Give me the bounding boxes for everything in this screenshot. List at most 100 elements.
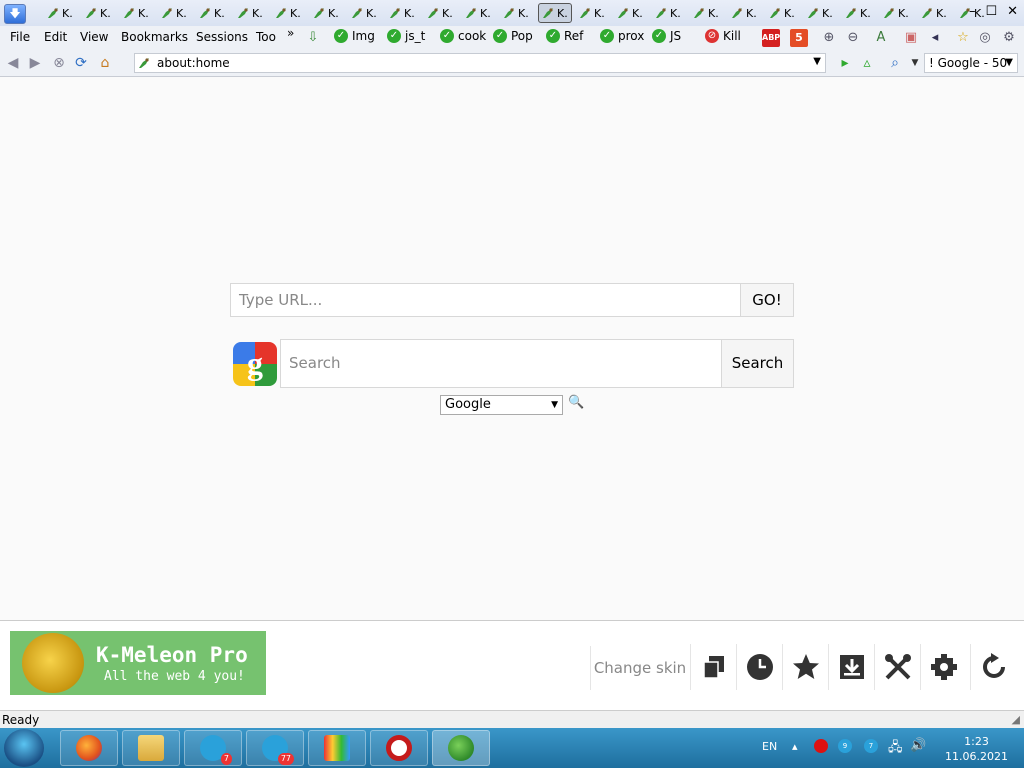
bookmarks-button[interactable]	[782, 644, 829, 690]
tab-22[interactable]: K.	[842, 3, 876, 23]
stop-icon[interactable]: ⊗	[50, 54, 68, 72]
tools-button[interactable]	[874, 644, 921, 690]
tab-20[interactable]: K.	[766, 3, 800, 23]
tab-14[interactable]: K.	[538, 3, 572, 23]
opera-tray-icon[interactable]	[814, 739, 828, 753]
circle-arrow-icon[interactable]: ◎	[976, 29, 994, 47]
address-bar[interactable]: about:home ▼	[134, 53, 826, 73]
unread-badge: 77	[277, 753, 294, 765]
minimize-icon[interactable]: –	[969, 3, 976, 21]
adblock-plus-icon[interactable]: ABP	[762, 29, 780, 47]
reload-icon[interactable]: ⟳	[72, 54, 90, 72]
tab-7[interactable]: K.	[272, 3, 306, 23]
translate-icon[interactable]: A	[872, 29, 890, 47]
url-input[interactable]: Type URL...	[230, 283, 742, 317]
history-button[interactable]	[736, 644, 783, 690]
toggle-referer[interactable]: ✓ Ref	[546, 29, 583, 43]
chevron-down-icon[interactable]: ▼	[906, 54, 924, 72]
tab-9[interactable]: K.	[348, 3, 382, 23]
taskbar-kmeleon[interactable]	[432, 730, 490, 766]
taskbar-telegram-1[interactable]: 7	[184, 730, 242, 766]
tab-18[interactable]: K.	[690, 3, 724, 23]
zoom-out-icon[interactable]: ⊖	[844, 29, 862, 47]
downloads-button[interactable]	[828, 644, 875, 690]
chevron-down-icon[interactable]: ▼	[813, 56, 821, 67]
tab-24[interactable]: K.	[918, 3, 952, 23]
tab-12[interactable]: K.	[462, 3, 496, 23]
toggle-popups[interactable]: ✓ Pop	[493, 29, 533, 43]
toggle-javascript[interactable]: ✓ JS	[652, 29, 681, 43]
tab-10[interactable]: K.	[386, 3, 420, 23]
menu-file[interactable]: File	[10, 30, 30, 44]
go-button[interactable]: GO!	[740, 283, 794, 317]
back-icon[interactable]: ◀	[4, 54, 22, 72]
go-arrow-icon[interactable]: ▸	[836, 54, 854, 72]
tab-17[interactable]: K.	[652, 3, 686, 23]
clock[interactable]: 1:23 11.06.2021	[945, 734, 1008, 764]
tab-2[interactable]: K.	[82, 3, 116, 23]
tab-16[interactable]: K.	[614, 3, 648, 23]
engine-select[interactable]: Google ▼	[440, 395, 563, 415]
menu-tools[interactable]: Too	[256, 30, 276, 44]
chevron-up-icon[interactable]: ▴	[792, 740, 798, 753]
tabs-panel-button[interactable]	[690, 644, 737, 690]
tab-23[interactable]: K.	[880, 3, 914, 23]
tab-1[interactable]: K.	[44, 3, 78, 23]
toggle-kill[interactable]: ⊘ Kill	[705, 29, 741, 43]
menu-overflow[interactable]: »	[287, 26, 294, 40]
html5-icon[interactable]: 5	[790, 29, 808, 47]
menu-sessions[interactable]: Sessions	[196, 30, 248, 44]
tab-19[interactable]: K.	[728, 3, 762, 23]
back-panel-icon[interactable]: ◂	[926, 29, 944, 47]
restore-session-button[interactable]	[970, 644, 1017, 690]
tab-4[interactable]: K.	[158, 3, 192, 23]
search-icon[interactable]: ⌕	[886, 54, 904, 72]
tab-13[interactable]: K.	[500, 3, 534, 23]
telegram-tray-icon[interactable]: 7	[864, 739, 878, 753]
search-button[interactable]: Search	[721, 339, 794, 388]
gear-icon[interactable]: ⚙	[1000, 29, 1018, 47]
page-info-icon[interactable]: ▣	[902, 29, 920, 47]
telegram-tray-icon[interactable]: 9	[838, 739, 852, 753]
search-engine-select[interactable]: ! Google - 50 ▼	[924, 53, 1018, 73]
tab-11[interactable]: K.	[424, 3, 458, 23]
network-icon[interactable]: 🖧	[888, 738, 903, 760]
forward-icon[interactable]: ▶	[26, 54, 44, 72]
close-icon[interactable]: ✕	[1007, 3, 1018, 21]
tab-list-button[interactable]: 🡇	[4, 4, 26, 24]
menu-bookmarks[interactable]: Bookmarks	[121, 30, 188, 44]
zoom-in-icon[interactable]: ⊕	[820, 29, 838, 47]
tab-5[interactable]: K.	[196, 3, 230, 23]
tab-21[interactable]: K.	[804, 3, 838, 23]
magnifier-icon[interactable]: 🔍	[568, 395, 584, 410]
check-icon: ✓	[387, 29, 401, 43]
tab-3[interactable]: K.	[120, 3, 154, 23]
language-indicator[interactable]: EN	[762, 740, 777, 753]
home-icon[interactable]: ⌂	[96, 54, 114, 72]
volume-icon[interactable]: 🔊	[910, 738, 926, 753]
toggle-img[interactable]: ✓ Img	[334, 29, 375, 43]
taskbar-firefox[interactable]	[60, 730, 118, 766]
toggle-proxy[interactable]: ✓ prox	[600, 29, 644, 43]
star-icon[interactable]: ☆	[954, 29, 972, 47]
menu-edit[interactable]: Edit	[44, 30, 67, 44]
up-arrow-icon[interactable]: ▵	[858, 54, 876, 72]
kmeleon-banner[interactable]: K-Meleon Pro All the web 4 you!	[10, 631, 266, 695]
taskbar-paint[interactable]	[308, 730, 366, 766]
extensions-button[interactable]	[920, 644, 967, 690]
search-input[interactable]: Search	[280, 339, 722, 388]
taskbar-opera[interactable]	[370, 730, 428, 766]
toggle-js-t[interactable]: ✓ js_t	[387, 29, 425, 43]
taskbar-explorer[interactable]	[122, 730, 180, 766]
taskbar-telegram-2[interactable]: 77	[246, 730, 304, 766]
maximize-icon[interactable]: ☐	[985, 3, 997, 21]
download-arrow-icon[interactable]: ⇩	[304, 29, 322, 47]
tab-8[interactable]: K.	[310, 3, 344, 23]
menu-view[interactable]: View	[80, 30, 108, 44]
tab-15[interactable]: K.	[576, 3, 610, 23]
tab-6[interactable]: K.	[234, 3, 268, 23]
change-skin-button[interactable]: Change skin	[590, 646, 689, 690]
start-button-icon[interactable]	[4, 729, 44, 767]
toggle-cookies[interactable]: ✓ cook	[440, 29, 486, 43]
resize-grip-icon[interactable]: ◢	[1012, 713, 1020, 726]
